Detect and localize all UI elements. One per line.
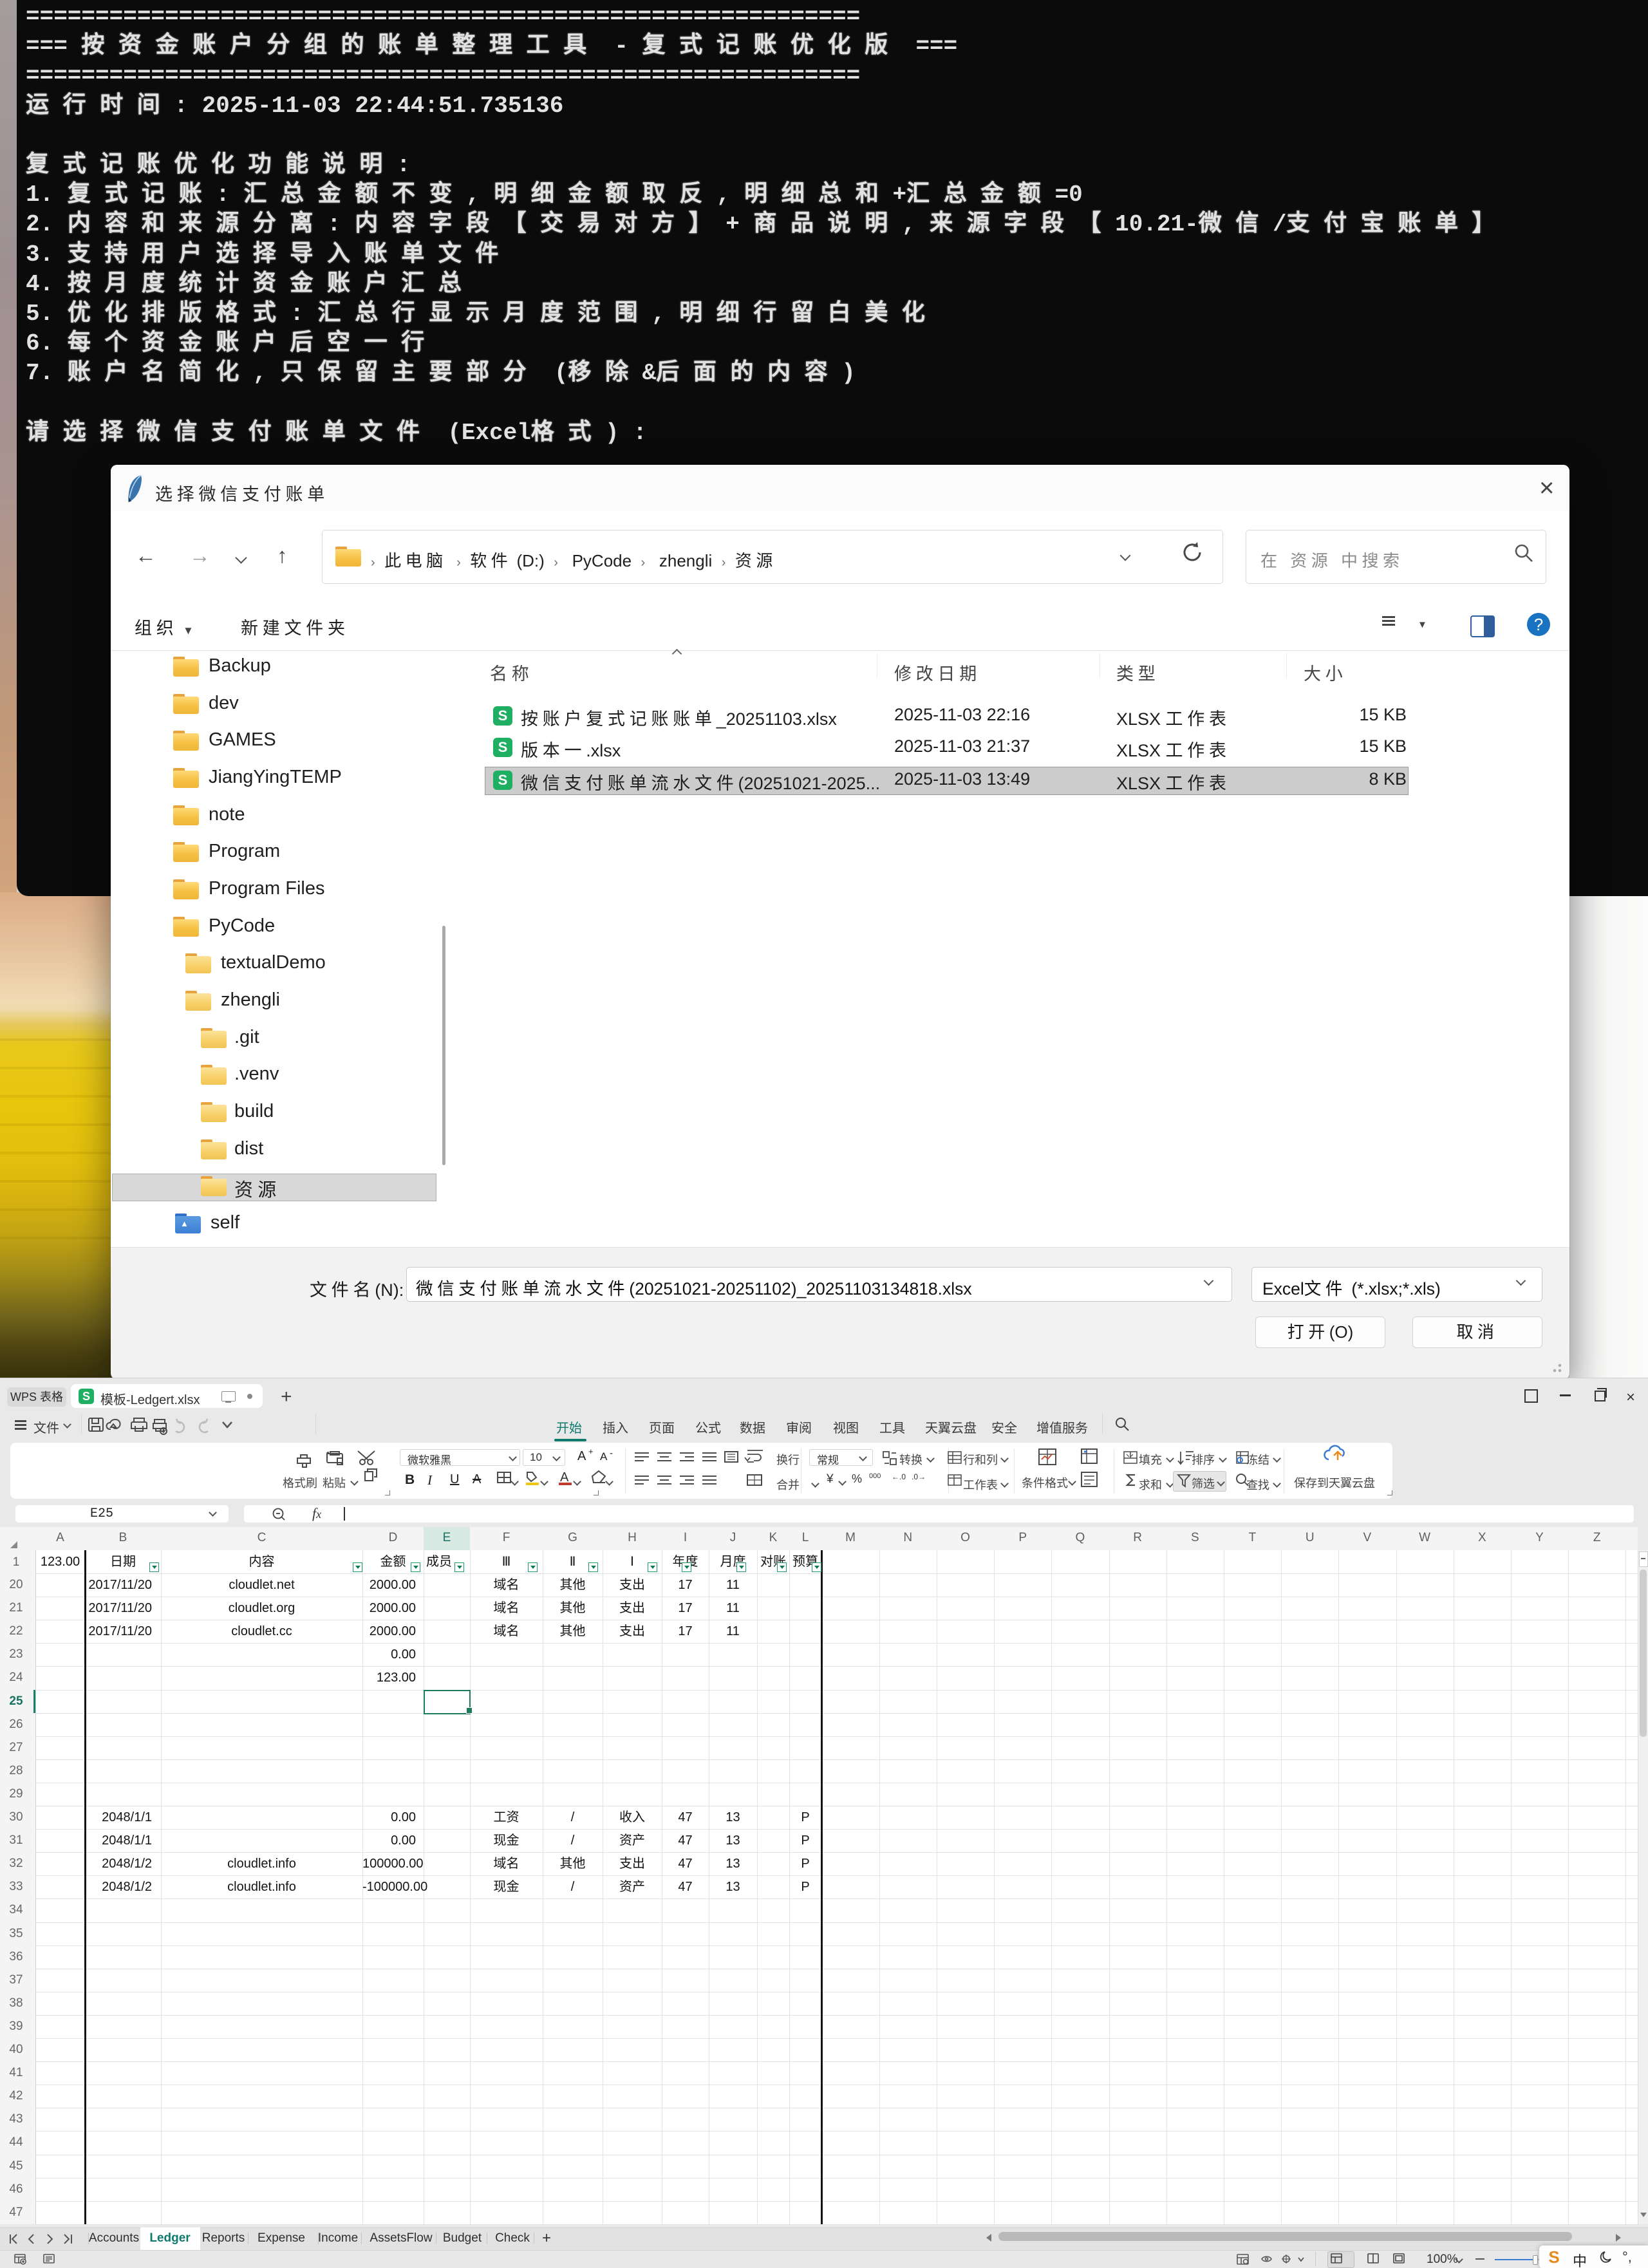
svg-text:A: A (560, 1470, 569, 1485)
